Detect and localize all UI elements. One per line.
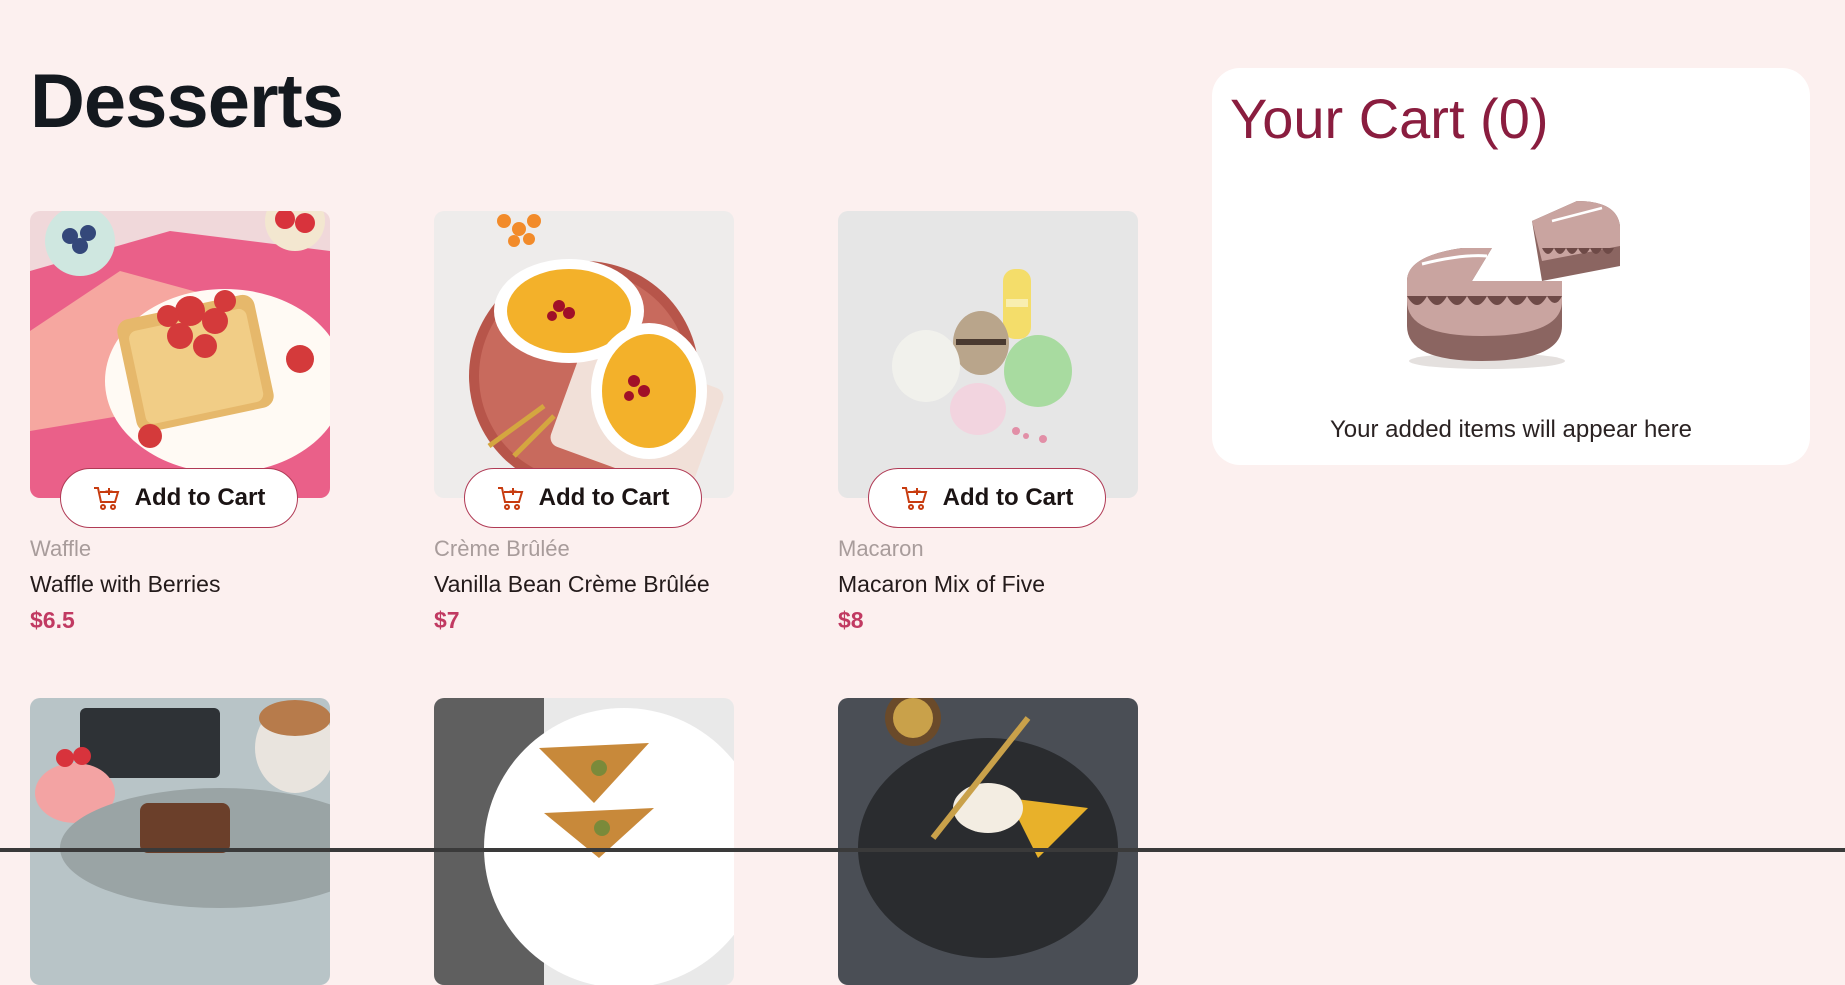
add-to-cart-icon (497, 485, 525, 511)
cart-empty-message: Your added items will appear here (1329, 416, 1692, 443)
add-to-cart-button[interactable]: Add to Cart (868, 468, 1106, 528)
add-to-cart-icon (901, 485, 929, 511)
add-to-cart-label: Add to Cart (134, 484, 266, 511)
empty-cart-cake-illustration (1402, 186, 1622, 381)
add-to-cart-button[interactable]: Add to Cart (60, 468, 298, 528)
product-category: Crème Brûlée (434, 536, 570, 561)
product-image-waffle (30, 211, 330, 498)
product-name: Vanilla Bean Crème Brûlée (434, 571, 710, 597)
page-title: Desserts (30, 59, 344, 144)
add-to-cart-button[interactable]: Add to Cart (464, 468, 702, 528)
product-name: Macaron Mix of Five (838, 571, 1046, 597)
product-card-waffle: Add to Cart Waffle Waffle with Berries $… (30, 211, 330, 633)
product-image-pie (838, 698, 1138, 985)
add-to-cart-label: Add to Cart (942, 484, 1074, 511)
product-card-baklava (434, 698, 734, 985)
product-card-creme-brulee: Add to Cart Crème Brûlée Vanilla Bean Cr… (434, 211, 734, 633)
product-name: Waffle with Berries (30, 571, 221, 597)
product-image-macaron (838, 211, 1138, 498)
product-price: $8 (838, 607, 864, 633)
product-image-baklava (434, 698, 734, 985)
product-category: Macaron (838, 536, 924, 561)
cart-panel: Your Cart (0) Your added items will appe… (1212, 68, 1810, 465)
product-price: $7 (434, 607, 460, 633)
horizontal-scrollbar[interactable] (0, 848, 1845, 852)
product-card-pie (838, 698, 1138, 985)
product-category: Waffle (30, 536, 92, 561)
product-price: $6.5 (30, 607, 75, 633)
add-to-cart-label: Add to Cart (538, 484, 670, 511)
product-image-creme-brulee (434, 211, 734, 498)
product-card-macaron: Add to Cart Macaron Macaron Mix of Five … (838, 211, 1138, 633)
product-card-tiramisu (30, 698, 330, 985)
cart-title: Your Cart (0) (1230, 87, 1549, 150)
product-image-tiramisu (30, 698, 330, 985)
add-to-cart-icon (93, 485, 121, 511)
